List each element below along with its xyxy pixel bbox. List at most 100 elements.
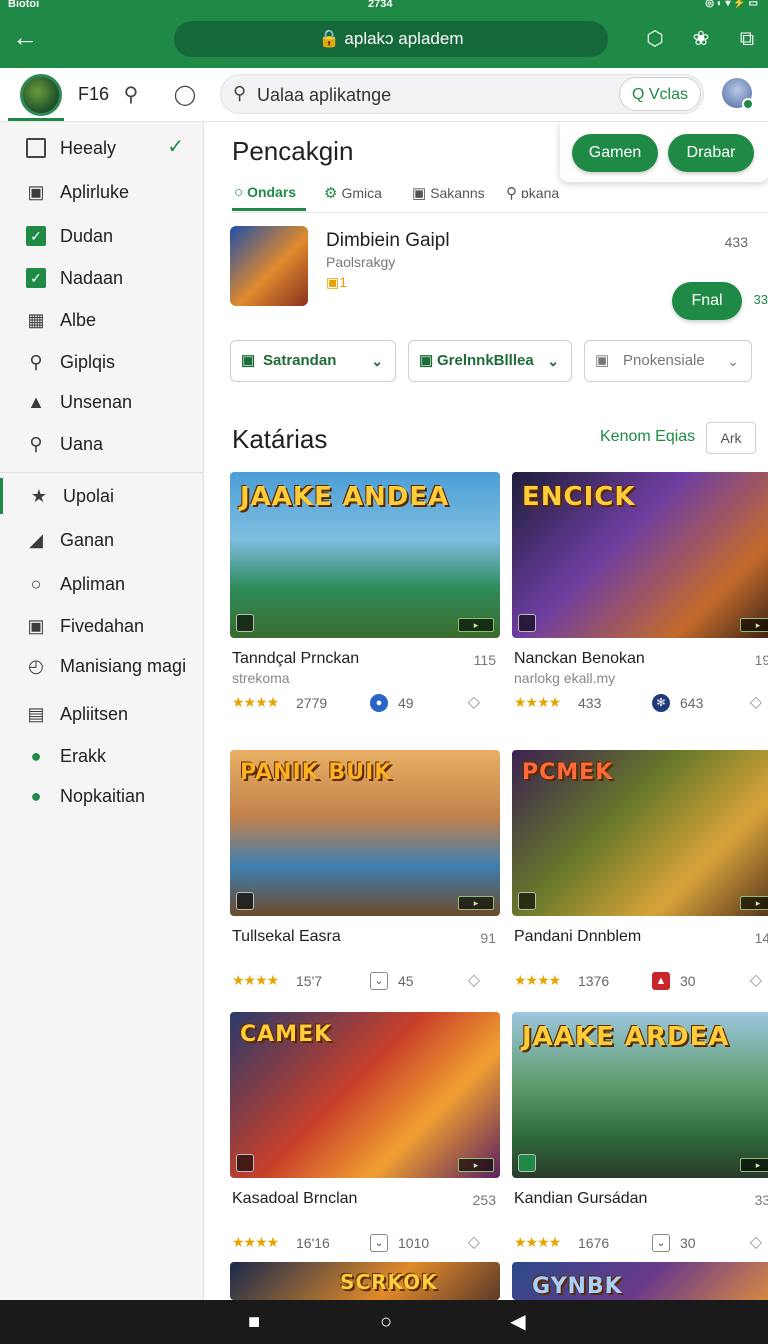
gamen-button[interactable]: Gamen <box>572 134 658 172</box>
sidebar-item-12[interactable]: ◴ Manisiang magi <box>0 648 204 684</box>
ark-button[interactable]: Ark <box>706 422 756 454</box>
sidebar-item-7[interactable]: ⚲ Uana <box>0 426 204 462</box>
checkbox-icon[interactable] <box>26 138 46 158</box>
featured-rating-value: 1 <box>339 274 348 290</box>
game-artwork[interactable]: ENCICK ▸ <box>512 472 768 638</box>
game-card[interactable]: CAMEK ▸ Kasadoal Brnclan 253 ★★★★ 16'16 … <box>230 1012 500 1272</box>
chevron-down-icon[interactable]: ✓ <box>167 134 184 159</box>
filter-label: Pnokensiale <box>623 352 705 369</box>
store-icon: ▣ <box>241 352 256 369</box>
gear-icon: ⚙ <box>324 185 338 202</box>
game-artwork[interactable]: JAAKE ARDEA ▸ <box>512 1012 768 1178</box>
upload-icon: ▲ <box>27 392 45 412</box>
status-bar: Biotoi 2734 ◎ ◐ ▾ ⚡ ▭ <box>0 0 768 12</box>
chevron-down-icon: ⌄ <box>371 353 383 369</box>
tab-sakanns[interactable]: ▣ Sakanns <box>412 184 485 202</box>
game-card[interactable]: JAAKE ANDEA ▸ Tanndçal Prnckan 115 strek… <box>230 472 500 732</box>
section-title: Katárias <box>232 424 328 454</box>
sidebar-item-label: Albe <box>60 310 97 330</box>
tab-gmica[interactable]: ⚙ Gmica <box>324 184 382 202</box>
sidebar-item-label: Fivedahan <box>60 616 145 636</box>
sidebar-item-label: Aplirluke <box>60 182 130 202</box>
game-artwork[interactable]: JAAKE ANDEA ▸ <box>230 472 500 638</box>
game-card[interactable]: PANIK BUIK ▸ Tullsekal Easra 91 ★★★★ 15'… <box>230 750 500 1010</box>
game-artwork[interactable]: GYNBK <box>512 1262 768 1300</box>
sidebar-item-label: Giplqis <box>60 352 116 372</box>
game-artwork[interactable]: SCRKOK <box>230 1262 500 1300</box>
sidebar-item-13[interactable]: ▤ Apliitsen <box>0 696 204 732</box>
sidebar-item-14[interactable]: ● Erakk <box>0 738 204 774</box>
star-rating: ★★★★ <box>514 694 561 710</box>
sidebar-item-15[interactable]: ● Nopkaitian <box>0 778 204 814</box>
search-icon[interactable]: ⚲ <box>118 82 144 108</box>
game-card[interactable]: SCRKOK <box>230 1262 500 1300</box>
sidebar-item-3[interactable]: ✓ Nadaan <box>0 260 204 296</box>
diamond-icon[interactable]: ◇ <box>468 970 480 990</box>
account-icon[interactable]: ◯ <box>172 82 198 108</box>
diamond-icon[interactable]: ◇ <box>468 692 480 712</box>
logo-indicator <box>8 118 64 121</box>
status-left: Biotoi <box>8 0 40 10</box>
game-card[interactable]: JAAKE ARDEA ▸ Kandian Gursádan 333 ★★★★ … <box>512 1012 768 1272</box>
game-artwork[interactable]: PCMEK ▸ <box>512 750 768 916</box>
rating-count: 1676 <box>578 1235 610 1251</box>
game-number: 195 <box>754 652 768 668</box>
status-icons: ◎ ◐ ▾ ⚡ ▭ <box>705 0 758 9</box>
game-artwork[interactable]: CAMEK ▸ <box>230 1012 500 1178</box>
filter-dropdown-3[interactable]: ▣ Pnokensiale ⌄ <box>584 340 752 382</box>
search-button[interactable]: Q Vclas <box>619 77 701 111</box>
artwork-title: ENCICK <box>522 482 636 512</box>
sidebar-item-label: Ganan <box>60 530 115 550</box>
game-card[interactable]: PCMEK ▸ Pandani Dnnblem 144 ★★★★ 1376 ▲ … <box>512 750 768 1010</box>
tab-label: Gmica <box>341 185 382 201</box>
diamond-icon[interactable]: ◇ <box>468 1232 480 1252</box>
filter-dropdown-2[interactable]: ▣ GrelnnkBlllea ⌄ <box>408 340 572 382</box>
sidebar-item-4[interactable]: ▦ Albe <box>0 302 204 338</box>
puzzle-icon[interactable]: ❀ <box>688 26 714 52</box>
game-artwork[interactable]: PANIK BUIK ▸ <box>230 750 500 916</box>
sidebar-divider <box>0 472 204 473</box>
diamond-icon[interactable]: ◇ <box>750 692 762 712</box>
active-tab-indicator <box>232 208 306 211</box>
tab-ondars[interactable]: ○ Ondars <box>234 184 296 201</box>
rating-count: 2779 <box>296 695 328 711</box>
address-bar[interactable]: 🔒 aplakɔ apladem <box>174 21 608 57</box>
star-rating: ★★★★ <box>232 694 279 710</box>
sidebar-item-1[interactable]: ▣ Aplirluke <box>0 174 204 210</box>
sidebar-item-2[interactable]: ✓ Dudan <box>0 218 204 254</box>
back-arrow-icon[interactable]: ← <box>12 24 40 52</box>
filter-dropdown-1[interactable]: ▣ Satrandan ⌄ <box>230 340 396 382</box>
download-icon[interactable]: ⧉ <box>734 26 760 52</box>
app-logo[interactable] <box>20 74 62 116</box>
game-card[interactable]: ENCICK ▸ Nanckan Benokan 195 narlokg eka… <box>512 472 768 732</box>
sidebar-item-9[interactable]: ◢ Ganan <box>0 522 204 558</box>
see-more-link[interactable]: Kenom Eqias <box>600 428 695 446</box>
image-icon: ▣ <box>27 182 45 202</box>
recents-icon[interactable]: ■ <box>242 1310 266 1334</box>
shield-icon[interactable]: ⬡ <box>642 26 668 52</box>
sidebar-item-11[interactable]: ▣ Fivedahan <box>0 608 204 644</box>
sidebar-item-label: Nadaan <box>60 268 124 288</box>
game-developer: strekoma <box>232 670 290 686</box>
sidebar-item-8[interactable]: ★ Upolai <box>0 478 204 514</box>
sidebar-item-10[interactable]: ○ Apliman <box>0 566 204 602</box>
home-icon[interactable]: ○ <box>374 1310 398 1334</box>
search-field-icon: ⚲ <box>233 83 247 103</box>
diamond-icon[interactable]: ◇ <box>750 970 762 990</box>
drabar-button[interactable]: Drabar <box>668 134 754 172</box>
sidebar-item-0[interactable]: Heealy ✓ <box>0 130 204 166</box>
tab-okana[interactable]: ⚲ ɒkana <box>506 184 559 202</box>
checked-box-icon[interactable]: ✓ <box>26 268 46 288</box>
back-icon[interactable]: ◀ <box>506 1310 530 1334</box>
featured-app[interactable]: Dimbiein Gaipl Paolsrakgy ▣1 433 Fnal 33 <box>230 226 768 322</box>
sidebar-item-6[interactable]: ▲ Unsenan <box>0 384 204 420</box>
featured-thumbnail[interactable] <box>230 226 308 306</box>
sidebar-item-label: Uana <box>60 434 104 454</box>
diamond-icon[interactable]: ◇ <box>750 1232 762 1252</box>
install-button[interactable]: Fnal <box>672 282 742 320</box>
search-input[interactable]: ⚲ Ualaa aplikatnge Q Vclas <box>220 74 704 114</box>
sidebar-item-5[interactable]: ⚲ Giplqis <box>0 344 204 380</box>
checked-box-icon[interactable]: ✓ <box>26 226 46 246</box>
game-card[interactable]: GYNBK <box>512 1262 768 1300</box>
user-avatar[interactable] <box>722 78 754 110</box>
